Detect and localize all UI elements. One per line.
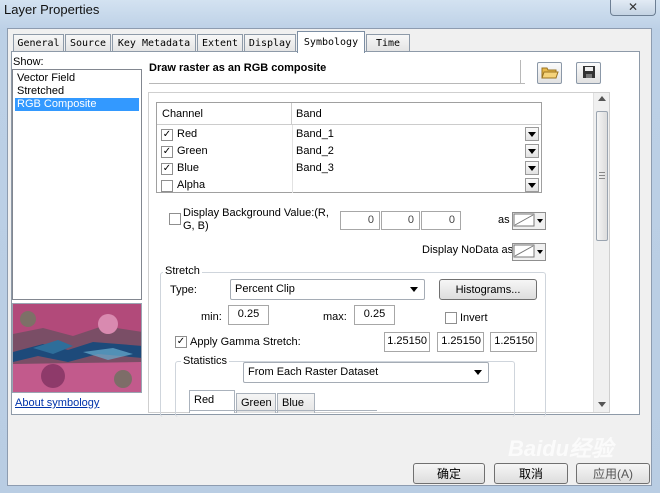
close-icon: ✕ — [627, 0, 639, 14]
chevron-down-icon — [528, 182, 536, 188]
tab-time[interactable]: Time — [366, 34, 410, 52]
list-item-stretched[interactable]: Stretched — [15, 85, 139, 98]
apply-button[interactable]: 应用(A) — [576, 463, 650, 484]
renderer-heading: Draw raster as an RGB composite — [149, 62, 327, 74]
stretch-group-label: Stretch — [163, 265, 202, 277]
statistics-group-label: Statistics — [181, 355, 230, 367]
band-value-red[interactable]: Band_1 — [296, 126, 334, 143]
window-title: Layer Properties — [4, 2, 100, 17]
background-g-input[interactable]: 0 — [381, 211, 420, 230]
raster-preview-thumbnail — [12, 303, 142, 393]
save-symbology-button[interactable] — [576, 62, 601, 84]
list-item-vector-field[interactable]: Vector Field — [15, 72, 139, 85]
tab-general[interactable]: General — [13, 34, 64, 52]
min-label: min: — [201, 311, 222, 323]
tab-key-metadata[interactable]: Key Metadata — [112, 34, 196, 52]
background-as-label: as — [498, 214, 510, 226]
display-background-checkbox[interactable] — [169, 213, 181, 225]
scroll-down-arrow-icon[interactable] — [598, 402, 606, 407]
display-background-label: Display Background Value:(R, G, B) — [183, 207, 329, 232]
max-label: max: — [323, 311, 347, 323]
statistics-select[interactable]: From Each Raster Dataset — [243, 362, 489, 383]
chevron-down-icon — [474, 370, 482, 375]
chevron-down-icon — [528, 148, 536, 154]
band-value-blue[interactable]: Band_3 — [296, 160, 334, 177]
channel-band-grid: Channel Band ✓ Red Band_1 ✓ Green Band_2… — [156, 102, 542, 193]
nodata-label: Display NoData as — [422, 244, 514, 256]
color-swatch-icon — [513, 244, 535, 261]
band-value-green[interactable]: Band_2 — [296, 143, 334, 160]
tab-source[interactable]: Source — [65, 34, 111, 52]
channel-name-alpha: Alpha — [177, 179, 206, 191]
nodata-color-picker[interactable] — [512, 243, 546, 261]
band-dropdown-green[interactable] — [525, 144, 539, 158]
cancel-button[interactable]: 取消 — [494, 463, 568, 484]
tab-display[interactable]: Display — [244, 34, 296, 52]
chevron-down-icon — [528, 165, 536, 171]
watermark-text: Baidu经验 — [508, 436, 614, 461]
gamma-blue-input[interactable]: 1.25150 — [490, 332, 537, 352]
histograms-button[interactable]: Histograms... — [439, 279, 537, 300]
scroll-up-arrow-icon[interactable] — [598, 96, 606, 101]
gamma-red-input[interactable]: 1.25150 — [384, 332, 430, 352]
min-input[interactable]: 0.25 — [228, 305, 269, 325]
show-label: Show: — [13, 56, 44, 68]
heading-divider — [149, 83, 525, 84]
heading-divider-end — [520, 60, 521, 84]
channel-name-blue: Blue — [177, 162, 200, 174]
stretch-type-label: Type: — [170, 284, 197, 296]
chevron-down-icon — [537, 250, 543, 254]
chevron-down-icon — [537, 219, 543, 223]
statistics-value: From Each Raster Dataset — [248, 366, 379, 378]
band-dropdown-alpha[interactable] — [525, 178, 539, 192]
grip-icon — [599, 172, 605, 173]
open-folder-icon — [540, 65, 559, 82]
color-swatch-icon — [513, 213, 535, 230]
layer-properties-window: Layer Properties ✕ General Source Key Me… — [0, 0, 660, 493]
about-symbology-link[interactable]: About symbology — [15, 397, 99, 409]
band-column-header: Band — [292, 103, 541, 125]
background-color-picker[interactable] — [512, 212, 546, 230]
invert-label: Invert — [460, 312, 488, 324]
content-vertical-scrollbar[interactable] — [593, 93, 609, 412]
gamma-green-input[interactable]: 1.25150 — [437, 332, 484, 352]
ok-button[interactable]: 确定 — [413, 463, 485, 484]
blue-channel-checkbox[interactable]: ✓ — [161, 163, 173, 175]
background-b-input[interactable]: 0 — [421, 211, 461, 230]
grid-column-divider — [292, 125, 293, 193]
stat-tabs-baseline — [189, 410, 377, 411]
list-item-rgb-composite[interactable]: RGB Composite — [15, 98, 139, 111]
band-dropdown-blue[interactable] — [525, 161, 539, 175]
stretch-type-select[interactable]: Percent Clip — [230, 279, 425, 300]
stretch-type-value: Percent Clip — [235, 283, 295, 295]
save-disk-icon — [582, 65, 596, 82]
gamma-stretch-checkbox[interactable]: ✓ — [175, 336, 187, 348]
band-dropdown-red[interactable] — [525, 127, 539, 141]
background-r-input[interactable]: 0 — [340, 211, 380, 230]
chevron-down-icon — [410, 287, 418, 292]
channel-name-red: Red — [177, 128, 198, 140]
tab-extent[interactable]: Extent — [197, 34, 243, 52]
invert-checkbox[interactable] — [445, 312, 457, 324]
channel-name-green: Green — [177, 145, 208, 157]
show-list[interactable]: Vector Field Stretched RGB Composite — [12, 69, 142, 300]
channel-column-header: Channel — [157, 103, 292, 125]
green-channel-checkbox[interactable]: ✓ — [161, 146, 173, 158]
red-channel-checkbox[interactable]: ✓ — [161, 129, 173, 141]
max-input[interactable]: 0.25 — [354, 305, 395, 325]
alpha-channel-checkbox[interactable] — [161, 180, 173, 192]
tab-symbology[interactable]: Symbology — [297, 31, 365, 53]
close-button[interactable]: ✕ — [610, 0, 656, 16]
chevron-down-icon — [528, 131, 536, 137]
open-symbology-button[interactable] — [537, 62, 562, 84]
gamma-stretch-label: Apply Gamma Stretch: — [190, 336, 301, 348]
scrollbar-thumb[interactable] — [596, 111, 608, 241]
